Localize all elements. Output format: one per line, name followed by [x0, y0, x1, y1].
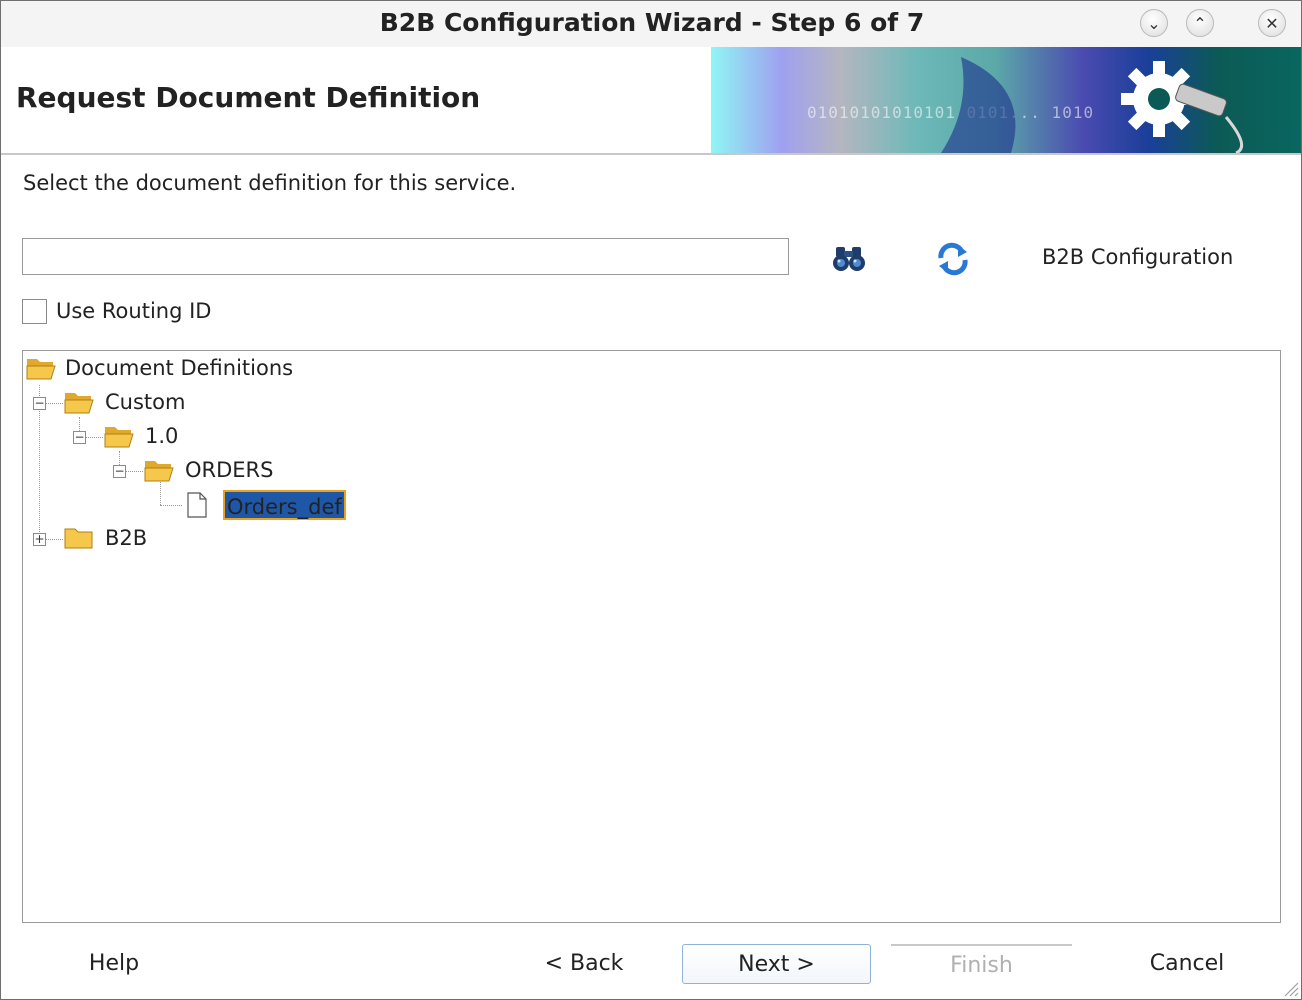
maximize-button[interactable]: ⌃	[1186, 9, 1214, 37]
folder-open-icon	[26, 359, 56, 380]
tree-item-orders[interactable]: ORDERS	[185, 455, 273, 485]
tree-item-orders-def[interactable]: Orders_def	[223, 490, 346, 520]
help-button[interactable]: Help	[71, 944, 157, 984]
page-title: Request Document Definition	[16, 81, 481, 114]
folder-closed-icon	[64, 528, 93, 549]
folder-open-icon	[144, 461, 174, 482]
next-button[interactable]: Next >	[682, 944, 871, 984]
use-routing-id-checkbox[interactable]	[22, 299, 47, 324]
tree-item-custom[interactable]: Custom	[105, 387, 185, 417]
document-icon	[187, 492, 207, 518]
tree-connector	[45, 403, 63, 404]
collapse-toggle[interactable]: −	[73, 431, 86, 444]
instructions-text: Select the document definition for this …	[23, 171, 517, 195]
collapse-toggle[interactable]: −	[113, 465, 126, 478]
tree-item-version[interactable]: 1.0	[145, 421, 178, 451]
tree-connector	[85, 437, 103, 438]
refresh-icon	[938, 242, 968, 276]
use-routing-id-label[interactable]: Use Routing ID	[56, 299, 211, 323]
tree-item-document-definitions[interactable]: Document Definitions	[65, 353, 293, 383]
title-bar: B2B Configuration Wizard - Step 6 of 7 ⌄…	[1, 1, 1301, 47]
folder-open-icon	[104, 427, 134, 448]
window-title: B2B Configuration Wizard - Step 6 of 7	[379, 8, 925, 37]
collapse-toggle[interactable]: −	[33, 397, 46, 410]
refresh-button[interactable]	[931, 241, 975, 277]
b2b-configuration-label: B2B Configuration	[1042, 245, 1234, 269]
tree-connector	[45, 539, 63, 540]
finish-button[interactable]: Finish	[891, 944, 1072, 984]
tree-connector	[125, 471, 143, 472]
binoculars-icon	[833, 247, 865, 271]
back-button[interactable]: < Back	[529, 944, 639, 984]
close-button[interactable]: ✕	[1258, 9, 1286, 37]
folder-open-icon	[64, 393, 94, 414]
resize-grip-icon[interactable]	[1281, 979, 1299, 997]
document-definitions-tree[interactable]: Document Definitions − Custom − 1.0 − OR…	[22, 350, 1281, 923]
search-button[interactable]	[827, 241, 871, 277]
minimize-button[interactable]: ⌄	[1140, 9, 1168, 37]
search-input[interactable]	[22, 238, 789, 275]
expand-toggle[interactable]: +	[33, 533, 46, 546]
tree-item-b2b[interactable]: B2B	[105, 523, 147, 553]
gear-icon	[941, 57, 1244, 153]
header-banner: 01010101010101 0101... 1010	[711, 47, 1301, 153]
cancel-button[interactable]: Cancel	[1131, 944, 1243, 984]
tree-connector	[160, 505, 182, 506]
wizard-header: Request Document Definition 010101010101…	[1, 47, 1301, 155]
wizard-window: B2B Configuration Wizard - Step 6 of 7 ⌄…	[0, 0, 1302, 1000]
